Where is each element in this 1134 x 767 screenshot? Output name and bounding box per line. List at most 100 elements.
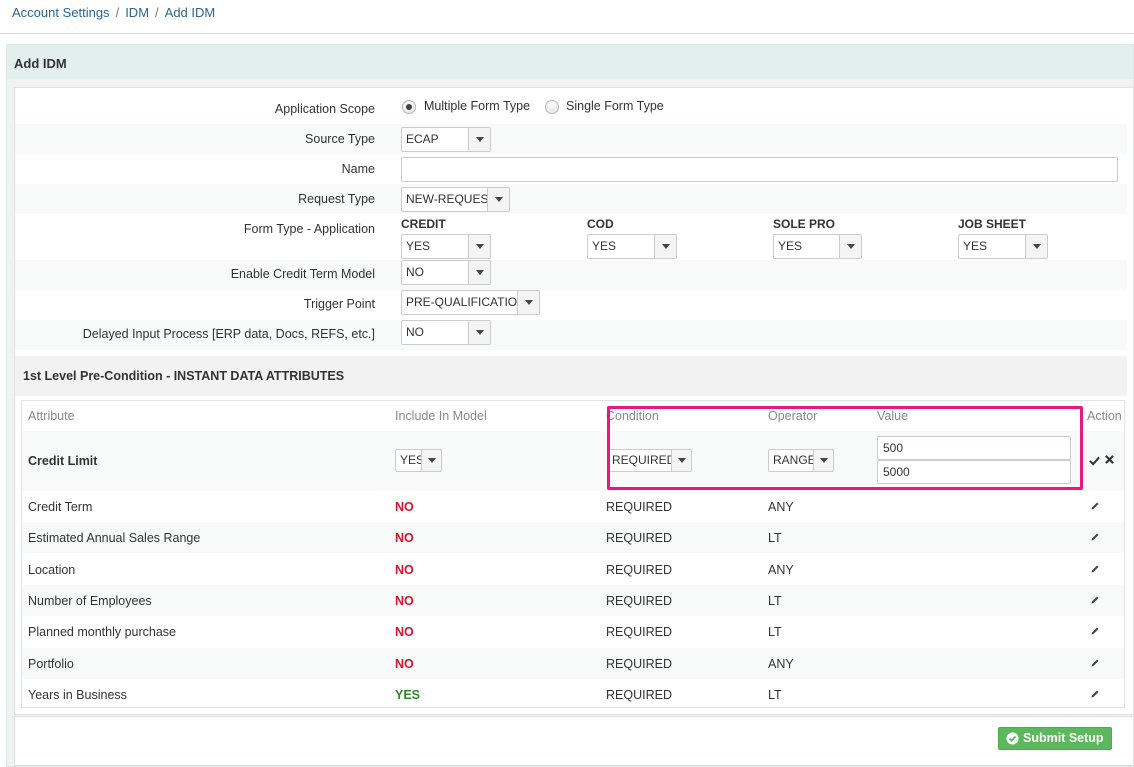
add-idm-panel: Add IDM Application Scope Multiple Form … [6, 44, 1134, 767]
condition-select[interactable]: REQUIRED [607, 449, 692, 472]
condition-value: REQUIRED [606, 688, 672, 702]
form-type-job-sheet-label: JOB SHEET [958, 217, 1027, 231]
multiple-form-type-label[interactable]: Multiple Form Type [424, 99, 530, 113]
attribute-name: Credit Limit [28, 454, 98, 468]
credit-term-model-row: Enable Credit Term Model NO [15, 260, 1127, 290]
column-header-action: Action [1087, 409, 1122, 423]
edit-pencil-icon[interactable] [1090, 689, 1100, 699]
source-type-select[interactable]: ECAP [401, 127, 491, 152]
form-type-sole-pro-value: YES [778, 239, 803, 253]
cancel-x-icon[interactable] [1105, 455, 1114, 464]
operator-value: LT [768, 594, 782, 608]
trigger-point-select[interactable]: PRE-QUALIFICATION [401, 290, 540, 315]
delayed-input-row: Delayed Input Process [ERP data, Docs, R… [15, 320, 1127, 350]
single-form-type-radio[interactable] [545, 100, 559, 114]
form-type-cod-select[interactable]: YES [587, 234, 677, 259]
operator-value: RANGE [773, 453, 816, 467]
include-value: NO [395, 594, 414, 608]
attribute-name: Portfolio [28, 657, 74, 671]
form-type-cod-label: COD [587, 217, 614, 231]
form-type-credit-select[interactable]: YES [401, 234, 491, 259]
chevron-down-icon [517, 291, 539, 314]
credit-term-model-select[interactable]: NO [401, 260, 491, 285]
attributes-table: Attribute Include In Model Condition Ope… [21, 400, 1125, 708]
form-type-job-sheet-select[interactable]: YES [958, 234, 1048, 259]
breadcrumb-account-settings[interactable]: Account Settings [12, 5, 110, 20]
delayed-input-select[interactable]: NO [401, 320, 491, 345]
attribute-name: Credit Term [28, 500, 93, 514]
edit-pencil-icon[interactable] [1090, 658, 1100, 668]
credit-term-model-value: NO [406, 265, 424, 279]
request-type-label: Request Type [298, 192, 375, 206]
value-min-input[interactable]: 500 [877, 436, 1071, 460]
attribute-name: Number of Employees [28, 594, 152, 608]
breadcrumb-add-idm[interactable]: Add IDM [165, 5, 216, 20]
form-type-sole-pro-select[interactable]: YES [773, 234, 862, 259]
save-check-icon[interactable] [1089, 455, 1100, 466]
table-row-editing: Credit Limit YES REQUIRED RANGE 500 5000 [22, 431, 1124, 491]
table-row: Years in Business YES REQUIRED LT [22, 679, 1124, 710]
operator-value: ANY [768, 657, 794, 671]
edit-pencil-icon[interactable] [1090, 564, 1100, 574]
submit-setup-label: Submit Setup [1023, 731, 1104, 745]
include-value: NO [395, 500, 414, 514]
condition-value: REQUIRED [606, 657, 672, 671]
name-input[interactable] [401, 157, 1118, 182]
breadcrumb-separator: / [115, 5, 120, 20]
check-circle-icon [1006, 732, 1019, 745]
operator-value: LT [768, 625, 782, 639]
edit-pencil-icon[interactable] [1090, 626, 1100, 636]
operator-select[interactable]: RANGE [768, 449, 834, 472]
edit-pencil-icon[interactable] [1090, 501, 1100, 511]
form-type-cod-value: YES [592, 239, 617, 253]
chevron-down-icon [468, 235, 490, 258]
condition-value: REQUIRED [606, 531, 672, 545]
condition-value: REQUIRED [606, 594, 672, 608]
attribute-name: Planned monthly purchase [28, 625, 177, 639]
condition-value: REQUIRED [606, 500, 672, 514]
source-type-value: ECAP [406, 132, 439, 146]
breadcrumb: Account Settings / IDM / Add IDM [12, 4, 215, 22]
value-max-input[interactable]: 5000 [877, 460, 1071, 484]
single-form-type-label[interactable]: Single Form Type [566, 99, 664, 113]
application-scope-label: Application Scope [274, 102, 375, 116]
operator-value: LT [768, 531, 782, 545]
breadcrumb-idm[interactable]: IDM [125, 5, 149, 20]
chevron-down-icon [654, 235, 676, 258]
delayed-input-label: Delayed Input Process [ERP data, Docs, R… [82, 327, 375, 341]
column-header-include: Include In Model [395, 409, 487, 423]
form-footer [14, 716, 1134, 766]
name-label: Name [341, 162, 375, 176]
chevron-down-icon [487, 188, 509, 211]
delayed-input-value: NO [406, 325, 424, 339]
multiple-form-type-radio[interactable] [402, 100, 416, 114]
condition-value: REQUIRED [606, 625, 672, 639]
table-row: Credit Term NO REQUIRED ANY [22, 491, 1124, 522]
header-divider [0, 33, 1134, 34]
table-row: Estimated Annual Sales Range NO REQUIRED LT [22, 522, 1124, 553]
attribute-name: Estimated Annual Sales Range [28, 531, 201, 545]
include-select[interactable]: YES [395, 449, 442, 472]
edit-pencil-icon[interactable] [1090, 595, 1100, 605]
include-value: NO [395, 531, 414, 545]
column-header-attribute: Attribute [28, 409, 75, 423]
chevron-down-icon [421, 450, 441, 471]
request-type-select[interactable]: NEW-REQUEST [401, 187, 510, 212]
attribute-name: Years in Business [28, 688, 127, 702]
chevron-down-icon [839, 235, 861, 258]
form-type-row: Form Type - Application CREDIT YES COD Y… [15, 214, 1127, 260]
column-header-value: Value [877, 409, 909, 423]
condition-value: REQUIRED [606, 563, 672, 577]
table-row: Planned monthly purchase NO REQUIRED LT [22, 616, 1124, 647]
operator-value: ANY [768, 500, 794, 514]
column-header-condition: Condition [606, 409, 659, 423]
submit-setup-button[interactable]: Submit Setup [998, 727, 1112, 750]
chevron-down-icon [1025, 235, 1047, 258]
section-title: 1st Level Pre-Condition - INSTANT DATA A… [15, 356, 1127, 396]
chevron-down-icon [813, 450, 833, 471]
chevron-down-icon [671, 450, 691, 471]
column-header-operator: Operator [768, 409, 818, 423]
trigger-point-row: Trigger Point PRE-QUALIFICATION [15, 290, 1127, 320]
edit-pencil-icon[interactable] [1090, 532, 1100, 542]
source-type-row: Source Type ECAP [15, 124, 1127, 154]
